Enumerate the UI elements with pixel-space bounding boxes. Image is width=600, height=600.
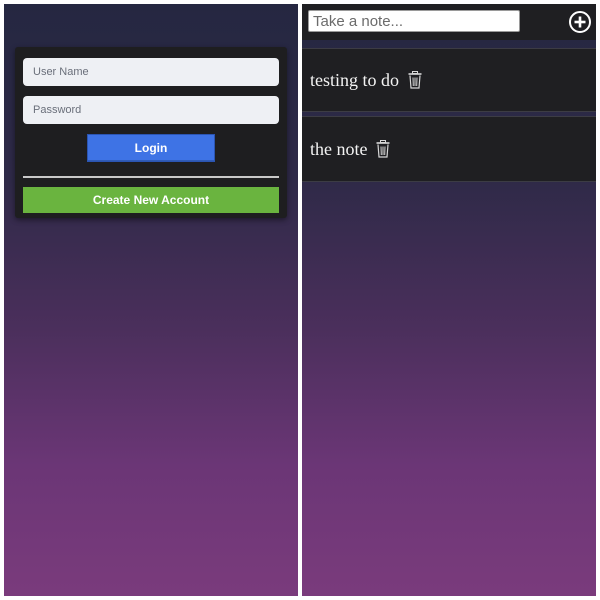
username-input[interactable] [23, 58, 279, 86]
divider [23, 176, 279, 178]
delete-note-button[interactable] [407, 70, 423, 90]
note-text: testing to do [310, 69, 399, 90]
login-screen: Login Create New Account [4, 4, 298, 596]
password-input[interactable] [23, 96, 279, 124]
login-button[interactable]: Login [87, 134, 215, 162]
notes-screen: testing to do the note [302, 4, 596, 596]
create-account-button[interactable]: Create New Account [23, 187, 279, 213]
trash-icon [376, 140, 390, 158]
note-text: the note [310, 138, 368, 159]
add-note-button[interactable] [568, 10, 592, 34]
login-card: Login Create New Account [15, 47, 287, 218]
plus-circle-icon [569, 11, 591, 33]
notes-toolbar [302, 4, 596, 40]
note-item: the note [302, 116, 596, 182]
delete-note-button[interactable] [375, 139, 391, 159]
note-input[interactable] [308, 10, 520, 32]
trash-icon [408, 71, 422, 89]
note-item: testing to do [302, 48, 596, 112]
